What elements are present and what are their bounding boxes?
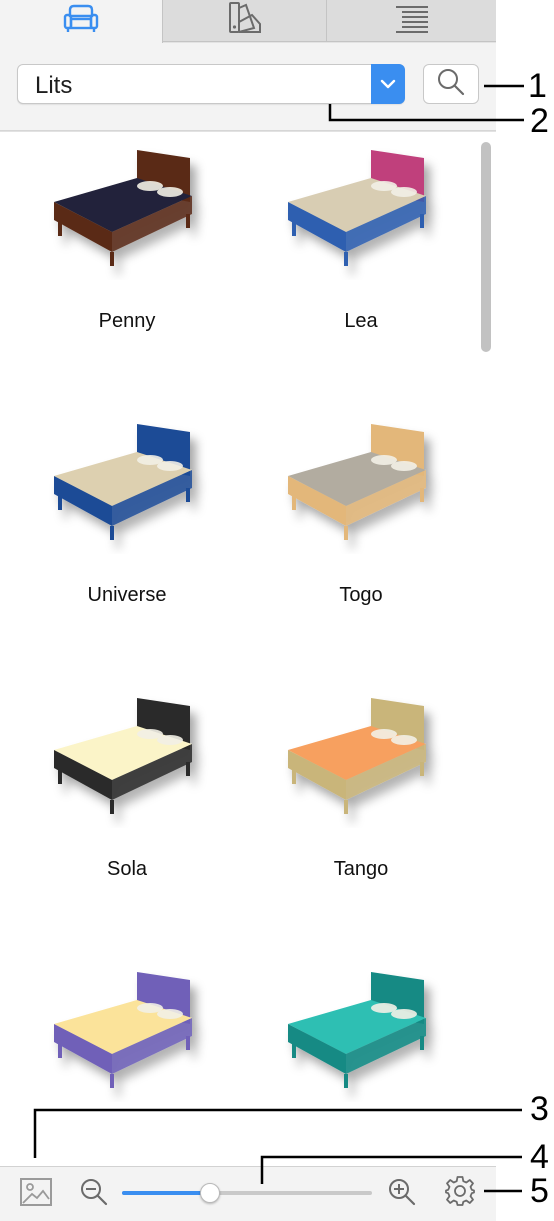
bed-thumbnail-image	[288, 150, 426, 266]
scrollbar-thumb[interactable]	[481, 142, 491, 352]
catalog-toolbar: Lits	[0, 43, 496, 131]
texture-swatch-icon	[226, 0, 264, 41]
gear-icon	[444, 1175, 476, 1212]
zoom-slider-fill	[122, 1191, 210, 1195]
bed-thumbnail-image	[288, 424, 426, 540]
catalog-item[interactable]: Tango	[244, 680, 478, 954]
category-select-value: Lits	[35, 72, 73, 99]
zoom-in-icon	[387, 1177, 417, 1212]
callout-label-5: 5	[530, 1172, 549, 1210]
catalog-item[interactable]: Togo	[244, 406, 478, 680]
bed-thumbnail-image	[288, 698, 426, 814]
tab-textures[interactable]	[163, 0, 327, 42]
search-icon	[436, 67, 466, 102]
bed-thumbnail-image	[54, 150, 192, 266]
zoom-slider[interactable]	[122, 1183, 372, 1203]
catalog-item[interactable]: Penny	[10, 132, 244, 406]
callout-label-1: 1	[528, 67, 547, 105]
search-button[interactable]	[423, 64, 479, 104]
catalog-item-label: Togo	[339, 584, 383, 606]
vertical-scrollbar[interactable]	[479, 136, 493, 1164]
tab-bar	[0, 0, 496, 43]
bottom-bar	[0, 1166, 496, 1221]
catalog-item-label: Lea	[344, 310, 378, 332]
zoom-out-icon	[79, 1177, 109, 1212]
catalog-item[interactable]: Sola	[10, 680, 244, 954]
catalog-item-label: Sola	[106, 858, 148, 880]
zoom-in-button[interactable]	[387, 1177, 417, 1211]
chevron-down-icon[interactable]	[371, 64, 405, 104]
furniture-catalog-icon	[62, 4, 100, 39]
category-select[interactable]: Lits	[17, 64, 405, 104]
catalog-item[interactable]	[244, 954, 478, 1167]
bed-thumbnail-image	[288, 972, 426, 1088]
callout-label-4: 4	[530, 1138, 549, 1176]
catalog-item[interactable]: Lea	[244, 132, 478, 406]
catalog-item-label: Universe	[87, 584, 167, 606]
catalog-item[interactable]	[10, 954, 244, 1167]
bed-thumbnail-image	[54, 972, 192, 1088]
bed-thumbnail-image	[54, 698, 192, 814]
bed-thumbnail-image	[54, 424, 192, 540]
callout-label-3: 3	[530, 1090, 549, 1128]
image-preview-icon	[19, 1177, 53, 1212]
image-preview-button[interactable]	[18, 1177, 54, 1211]
settings-button[interactable]	[443, 1175, 477, 1212]
catalog-item-label: Penny	[98, 310, 156, 332]
callout-label-2: 2	[530, 102, 549, 140]
tab-furniture[interactable]	[0, 0, 163, 43]
catalog-item-label: Tango	[333, 858, 389, 880]
tab-list[interactable]	[327, 0, 496, 42]
catalog-content: Penny Lea Universe Togo Sola Tango	[0, 131, 496, 1167]
catalog-item[interactable]: Universe	[10, 406, 244, 680]
zoom-out-button[interactable]	[79, 1177, 109, 1211]
zoom-slider-knob[interactable]	[199, 1183, 220, 1203]
list-view-icon	[394, 3, 430, 38]
furniture-catalog-panel: Lits Penny Lea Universe Togo Sola Tango	[0, 0, 496, 1221]
